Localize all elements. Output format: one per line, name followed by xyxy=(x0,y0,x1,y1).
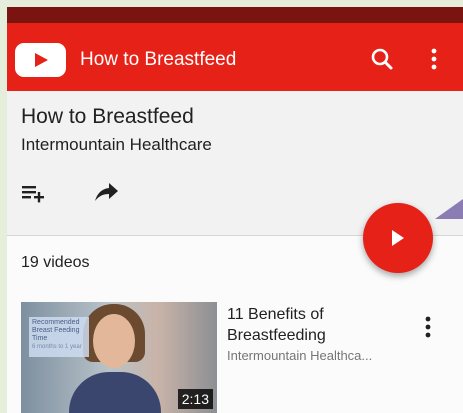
add-to-queue-icon[interactable] xyxy=(20,180,50,206)
video-channel: Intermountain Healthca... xyxy=(227,348,373,363)
app-bar: How to Breastfeed xyxy=(7,23,463,91)
thumbnail-overlay-title: Recommended Breast Feeding Time xyxy=(32,319,80,342)
more-vert-icon[interactable] xyxy=(419,43,449,75)
video-title[interactable]: 11 Benefits of Breastfeeding xyxy=(227,304,407,346)
youtube-logo-icon[interactable] xyxy=(15,43,66,77)
phone-screen: How to Breastfeed How to Breastfeed Inte… xyxy=(7,7,463,413)
status-bar xyxy=(7,7,463,23)
thumbnail-overlay-card: Recommended Breast Feeding Time 6 months… xyxy=(29,317,89,357)
playlist-title: How to Breastfeed xyxy=(21,105,194,128)
play-icon xyxy=(392,230,404,246)
playlist-channel[interactable]: Intermountain Healthcare xyxy=(21,135,212,155)
decorative-corner xyxy=(435,199,463,219)
thumbnail-person-face xyxy=(93,314,135,368)
video-duration: 2:13 xyxy=(177,389,213,409)
video-thumbnail[interactable]: Recommended Breast Feeding Time 6 months… xyxy=(21,302,217,413)
search-icon[interactable] xyxy=(367,43,397,75)
list-item[interactable]: Recommended Breast Feeding Time 6 months… xyxy=(7,300,463,413)
thumbnail-overlay-subtitle: 6 months to 1 year xyxy=(32,344,82,350)
video-count: 19 videos xyxy=(21,254,90,271)
more-vert-icon[interactable] xyxy=(417,314,439,342)
share-icon[interactable] xyxy=(92,180,122,206)
thumbnail-person-body xyxy=(69,372,161,413)
app-bar-title: How to Breastfeed xyxy=(80,49,237,70)
play-all-button[interactable] xyxy=(363,203,433,273)
